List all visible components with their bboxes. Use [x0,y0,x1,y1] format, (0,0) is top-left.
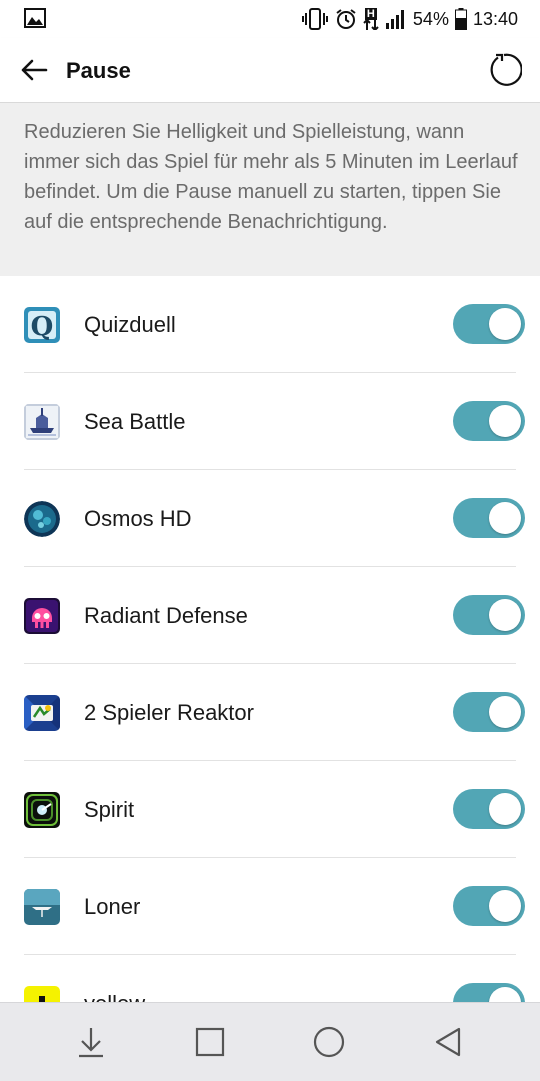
toggle-switch[interactable] [453,401,525,441]
toggle-switch[interactable] [453,595,525,635]
list-item[interactable]: 2 Spieler Reaktor [0,664,540,761]
reset-button[interactable] [482,48,526,92]
app-name: Quizduell [84,312,176,337]
toggle-knob [489,890,521,922]
battery-icon [454,8,467,30]
toggle-switch[interactable] [453,789,525,829]
notification-drawer-button[interactable] [71,1022,111,1062]
toggle-knob [489,405,521,437]
quizduell-icon: Q [24,307,60,343]
app-name: Sea Battle [84,409,186,434]
description-text: Reduzieren Sie Helligkeit und Spielleist… [24,121,518,233]
toggle-switch[interactable] [453,886,525,926]
vibrate-icon [301,8,329,30]
page-title: Pause [66,58,131,83]
toggle-switch[interactable] [453,498,525,538]
refresh-icon [490,53,522,86]
app-name: Radiant Defense [84,603,248,628]
list-item[interactable]: Q Quizduell [0,276,540,373]
app-list: Q Quizduell Sea Battle Osmos HD Radiant … [0,276,540,1002]
list-item[interactable]: yellow [0,955,540,1002]
reaktor-icon [24,695,60,731]
recents-icon [195,1027,225,1057]
toggle-knob [489,599,521,631]
svg-text:Q: Q [31,312,54,342]
clock: 13:40 [472,8,518,29]
arrow-left-icon [21,59,48,81]
list-item[interactable]: Radiant Defense [0,567,540,664]
recents-button[interactable] [190,1022,230,1062]
list-item[interactable]: Osmos HD [0,470,540,567]
loner-icon [24,889,60,925]
home-button[interactable] [309,1022,349,1062]
toggle-knob [489,308,521,340]
notification-drawer-icon [79,1028,103,1058]
toggle-knob [489,696,521,728]
toggle-switch[interactable] [453,304,525,344]
description-panel: Reduzieren Sie Helligkeit und Spielleist… [0,103,540,276]
signal-icon [385,9,407,29]
network-type-icon: H [363,8,379,30]
toggle-switch[interactable] [453,983,525,1002]
app-bar: Pause [0,38,540,103]
status-bar: H 54% 13:40 [0,0,540,38]
yellow-icon [24,986,60,1002]
alarm-icon [335,8,357,30]
list-item[interactable]: Loner [0,858,540,955]
navigation-bar [0,1002,540,1081]
home-icon [313,1026,345,1058]
network-label: H [364,8,377,20]
app-name: Loner [84,894,141,919]
toggle-knob [489,502,521,534]
image-icon [24,8,46,33]
spirit-icon [24,792,60,828]
sea-battle-icon [24,404,60,440]
toggle-knob [489,793,521,825]
back-icon [435,1027,461,1057]
list-item[interactable]: Spirit [0,761,540,858]
radiant-defense-icon [24,598,60,634]
battery-percent: 54% [412,8,449,29]
app-name: yellow [84,991,145,1002]
back-button[interactable] [14,52,54,88]
app-name: Spirit [84,797,135,822]
toggle-knob [489,987,521,1002]
app-name: Osmos HD [84,506,192,531]
osmos-icon [24,501,60,537]
list-item[interactable]: Sea Battle [0,373,540,470]
back-nav-button[interactable] [428,1022,468,1062]
app-name: 2 Spieler Reaktor [84,700,254,725]
toggle-switch[interactable] [453,692,525,732]
